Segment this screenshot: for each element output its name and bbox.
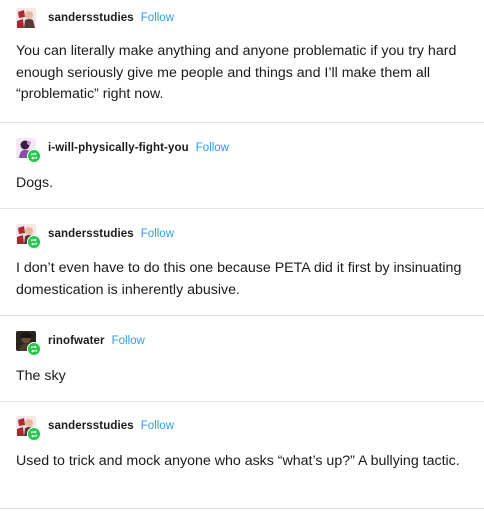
follow-button[interactable]: Follow [196, 142, 229, 154]
username-link[interactable]: sandersstudies [48, 420, 134, 432]
post-header: sandersstudies Follow [16, 414, 174, 441]
username-link[interactable]: rinofwater [48, 335, 105, 347]
username-link[interactable]: sandersstudies [48, 228, 134, 240]
post-header: sandersstudies Follow [16, 222, 174, 249]
user-avatar-icon[interactable] [16, 416, 41, 441]
post-text: The sky [16, 368, 66, 384]
post-header: sandersstudies Follow [16, 6, 174, 30]
follow-button[interactable]: Follow [141, 420, 174, 432]
user-avatar-icon[interactable] [16, 8, 36, 28]
user-avatar-icon[interactable] [16, 224, 41, 249]
follow-button[interactable]: Follow [141, 12, 174, 24]
post-text: Dogs. [16, 175, 54, 191]
user-avatar-icon[interactable] [16, 331, 41, 356]
reblog-icon [27, 235, 41, 249]
post-header: rinofwater Follow [16, 329, 145, 356]
post-header: i-will-physically-fight-you Follow [16, 136, 229, 163]
divider [0, 508, 484, 509]
follow-button[interactable]: Follow [141, 228, 174, 240]
reblog-icon [27, 342, 41, 356]
user-avatar-icon[interactable] [16, 138, 41, 163]
divider [0, 122, 484, 123]
username-link[interactable]: sandersstudies [48, 12, 134, 24]
follow-button[interactable]: Follow [112, 335, 145, 347]
divider [0, 401, 484, 402]
post-text: You can literally make anything and anyo… [16, 43, 457, 102]
divider [0, 208, 484, 209]
reblog-icon [27, 149, 41, 163]
reblog-icon [27, 427, 41, 441]
username-link[interactable]: i-will-physically-fight-you [48, 142, 189, 154]
post-text: I don’t even have to do this one because… [16, 260, 462, 298]
divider [0, 315, 484, 316]
post-text: Used to trick and mock anyone who asks “… [16, 453, 460, 469]
